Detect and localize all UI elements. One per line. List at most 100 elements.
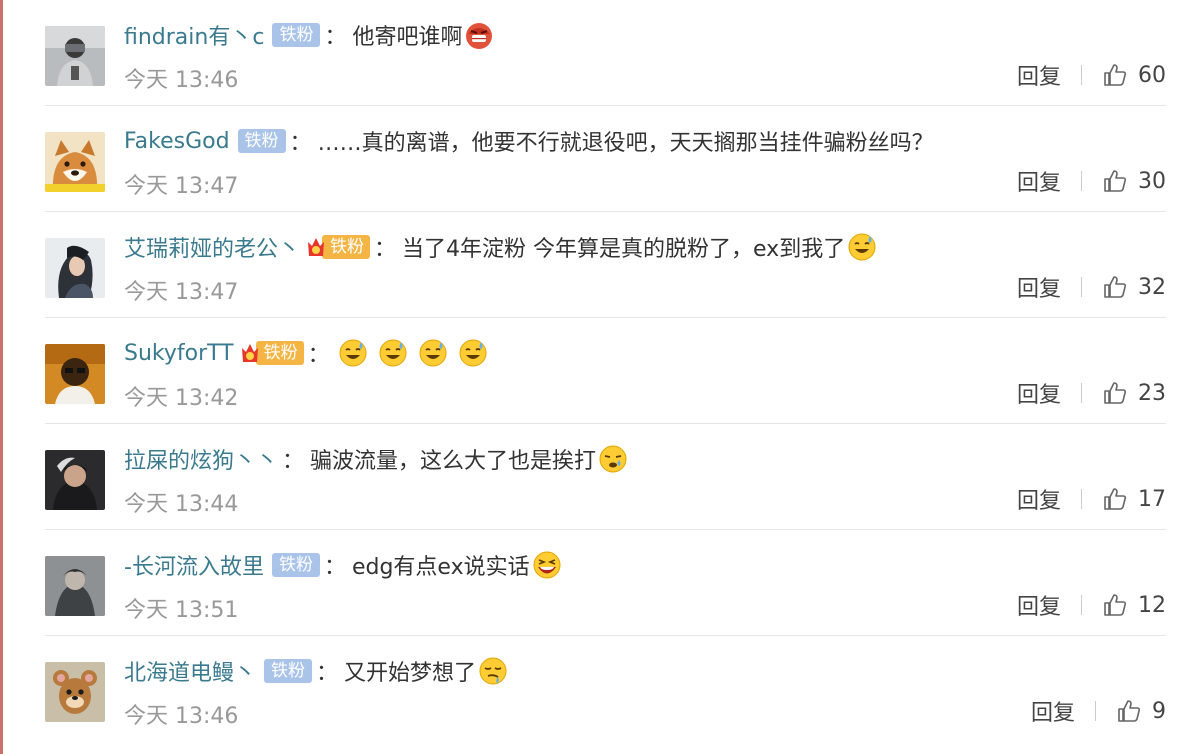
comment-actions: 回复 30: [1017, 165, 1166, 197]
thumbs-up-icon: [1104, 276, 1127, 298]
thumbs-up-icon: [1104, 382, 1127, 404]
action-divider: [1081, 171, 1082, 191]
fan-badge[interactable]: 铁粉: [264, 659, 313, 683]
fan-badge[interactable]: 铁粉: [237, 129, 286, 153]
comment-item: -长河流入故里 铁粉 ： edg有点ex说实话 今天 13:51 回复 12: [3, 530, 1202, 636]
like-count: 12: [1138, 592, 1166, 618]
comment-item: FakesGod 铁粉 ： ……真的离谱，他要不行就退役吧，天天搁那当挂件骗粉丝…: [3, 106, 1202, 212]
fan-badge[interactable]: 铁粉: [272, 23, 321, 47]
reply-button[interactable]: 回复: [1017, 59, 1061, 91]
like-count: 17: [1138, 486, 1166, 512]
like-button[interactable]: 60: [1102, 62, 1166, 88]
reply-button[interactable]: 回复: [1017, 483, 1061, 515]
comment-header: 艾瑞莉娅的老公丶 铁粉 ： 当了4年淀粉 今年算是真的脱粉了，ex到我了: [124, 230, 877, 264]
comment-actions: 回复 12: [1017, 589, 1166, 621]
colon-separator: ：: [323, 555, 346, 580]
like-button[interactable]: 32: [1102, 274, 1166, 300]
like-button[interactable]: 30: [1102, 168, 1166, 194]
timestamp: 今天 13:46: [124, 68, 239, 93]
sweat-smile-icon: [418, 338, 448, 368]
like-count: 32: [1138, 274, 1166, 300]
colon-separator: ：: [289, 131, 312, 156]
avatar[interactable]: [45, 132, 105, 192]
colon-separator: ：: [316, 661, 339, 686]
laughing-face-icon: [532, 550, 562, 580]
thumbs-up-icon: [1104, 594, 1127, 616]
like-count: 23: [1138, 380, 1166, 406]
angry-face-icon: [464, 20, 494, 50]
like-button[interactable]: 23: [1102, 380, 1166, 406]
comment-text: ……真的离谱，他要不行就退役吧，天天搁那当挂件骗粉丝吗？: [317, 131, 934, 156]
timestamp: 今天 13:47: [124, 280, 239, 305]
comment-header: 北海道电鳗丶 铁粉 ： 又开始梦想了: [124, 654, 508, 688]
like-count: 30: [1138, 168, 1166, 194]
comment-actions: 回复 32: [1017, 271, 1166, 303]
username[interactable]: 北海道电鳗丶: [124, 655, 256, 687]
reply-button[interactable]: 回复: [1017, 589, 1061, 621]
comment-actions: 回复 23: [1017, 377, 1166, 409]
comment-item: findrain有丶c 铁粉 ： 他寄吧谁啊 今天 13:46 回复 60: [3, 0, 1202, 106]
like-button[interactable]: 17: [1102, 486, 1166, 512]
action-divider: [1081, 489, 1082, 509]
drool-face-icon: [478, 656, 508, 686]
avatar[interactable]: [45, 344, 105, 404]
username[interactable]: 艾瑞莉娅的老公丶: [124, 231, 300, 263]
comment-item: 拉屎的炫狗丶丶 ： 骗波流量，这么大了也是挨打 今天 13:44 回复 17: [3, 424, 1202, 530]
comment-actions: 回复 17: [1017, 483, 1166, 515]
like-button[interactable]: 9: [1116, 698, 1166, 724]
like-button[interactable]: 12: [1102, 592, 1166, 618]
comment-item: 北海道电鳗丶 铁粉 ： 又开始梦想了 今天 13:46 回复 9: [3, 636, 1202, 742]
username[interactable]: FakesGod: [124, 129, 230, 154]
like-count: 9: [1152, 698, 1166, 724]
comment-panel: findrain有丶c 铁粉 ： 他寄吧谁啊 今天 13:46 回复 60 Fa…: [0, 0, 1202, 754]
avatar[interactable]: [45, 26, 105, 86]
like-count: 60: [1138, 62, 1166, 88]
avatar[interactable]: [45, 556, 105, 616]
tired-face-icon: [598, 444, 628, 474]
thumbs-up-icon: [1104, 64, 1127, 86]
comment-header: findrain有丶c 铁粉 ： 他寄吧谁啊: [124, 18, 494, 52]
reply-button[interactable]: 回复: [1017, 377, 1061, 409]
colon-separator: ：: [282, 449, 305, 474]
reply-button[interactable]: 回复: [1017, 271, 1061, 303]
vip-fan-badge[interactable]: 铁粉: [240, 341, 304, 365]
comment-header: FakesGod 铁粉 ： ……真的离谱，他要不行就退役吧，天天搁那当挂件骗粉丝…: [124, 124, 934, 158]
action-divider: [1081, 277, 1082, 297]
comment-text: 骗波流量，这么大了也是挨打: [310, 449, 597, 474]
sweat-smile-icon: [378, 338, 408, 368]
timestamp: 今天 13:44: [124, 492, 239, 517]
avatar[interactable]: [45, 238, 105, 298]
comment-item: SukyforTT 铁粉 ： 今天 13:42 回复 23: [3, 318, 1202, 424]
badge-label: 铁粉: [255, 341, 304, 365]
thumbs-up-icon: [1104, 488, 1127, 510]
comment-header: SukyforTT 铁粉 ：: [124, 336, 488, 370]
timestamp: 今天 13:51: [124, 598, 239, 623]
comment-list: findrain有丶c 铁粉 ： 他寄吧谁啊 今天 13:46 回复 60 Fa…: [3, 0, 1202, 754]
thumbs-up-icon: [1104, 170, 1127, 192]
username[interactable]: -长河流入故里: [124, 549, 264, 581]
reply-button[interactable]: 回复: [1017, 165, 1061, 197]
colon-separator: ：: [374, 237, 397, 262]
username[interactable]: SukyforTT: [124, 341, 234, 366]
thumbs-up-icon: [1118, 700, 1141, 722]
comment-header: -长河流入故里 铁粉 ： edg有点ex说实话: [124, 548, 562, 582]
comment-text: 当了4年淀粉 今年算是真的脱粉了，ex到我了: [402, 237, 846, 262]
comment-item: 艾瑞莉娅的老公丶 铁粉 ： 当了4年淀粉 今年算是真的脱粉了，ex到我了 今天 …: [3, 212, 1202, 318]
colon-separator: ：: [307, 343, 330, 368]
sweat-smile-icon: [458, 338, 488, 368]
avatar[interactable]: [45, 450, 105, 510]
crown-icon: [241, 344, 258, 362]
sweat-smile-icon: [847, 232, 877, 262]
username[interactable]: findrain有丶c: [124, 19, 264, 51]
reply-button[interactable]: 回复: [1031, 695, 1075, 727]
action-divider: [1081, 65, 1082, 85]
avatar[interactable]: [45, 662, 105, 722]
vip-fan-badge[interactable]: 铁粉: [306, 235, 371, 259]
action-divider: [1081, 595, 1082, 615]
badge-label: 铁粉: [322, 235, 371, 259]
comment-text: 又开始梦想了: [344, 661, 477, 686]
fan-badge[interactable]: 铁粉: [271, 553, 320, 577]
colon-separator: ：: [324, 25, 347, 50]
username[interactable]: 拉屎的炫狗丶丶: [124, 443, 278, 475]
comment-header: 拉屎的炫狗丶丶 ： 骗波流量，这么大了也是挨打: [124, 442, 628, 476]
